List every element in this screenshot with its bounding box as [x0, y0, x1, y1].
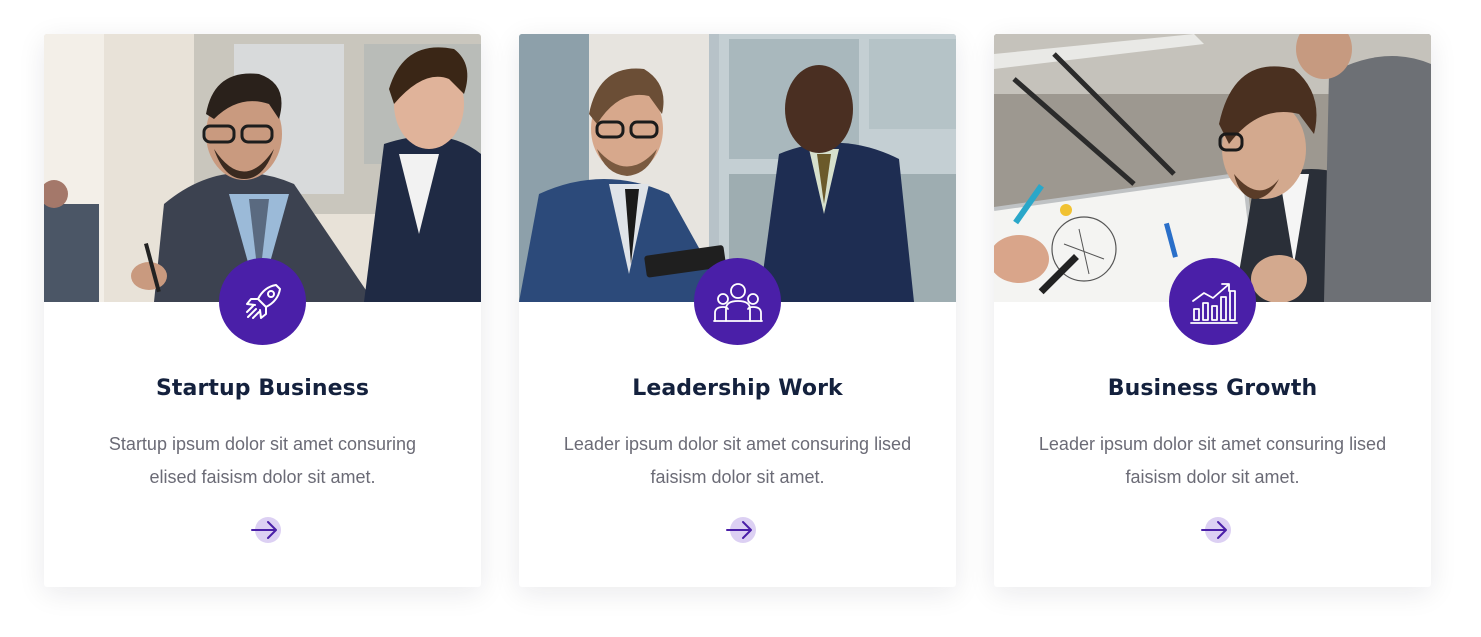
card-description: Leader ipsum dolor sit amet consuring li…: [1038, 434, 1387, 487]
arrow-right-icon[interactable]: [246, 514, 286, 546]
growth-chart-icon: [1169, 258, 1256, 345]
card-title: Business Growth: [1107, 376, 1318, 401]
arrow-right-icon[interactable]: [721, 514, 761, 546]
card-title: Startup Business: [155, 376, 370, 401]
service-card-leadership-work[interactable]: Leadership Work Leader ipsum dolor sit a…: [519, 34, 956, 587]
service-card-startup-business[interactable]: Startup Business Startup ipsum dolor sit…: [44, 34, 481, 587]
card-description: Leader ipsum dolor sit amet consuring li…: [563, 434, 912, 487]
services-section: Startup Business Startup ipsum dolor sit…: [0, 0, 1481, 637]
arrow-right-icon[interactable]: [1196, 514, 1236, 546]
service-card-business-growth[interactable]: Business Growth Leader ipsum dolor sit a…: [994, 34, 1431, 587]
card-title: Leadership Work: [632, 376, 843, 401]
card-description: Startup ipsum dolor sit amet consuring e…: [108, 434, 417, 487]
rocket-icon: [219, 258, 306, 345]
team-icon: [694, 258, 781, 345]
